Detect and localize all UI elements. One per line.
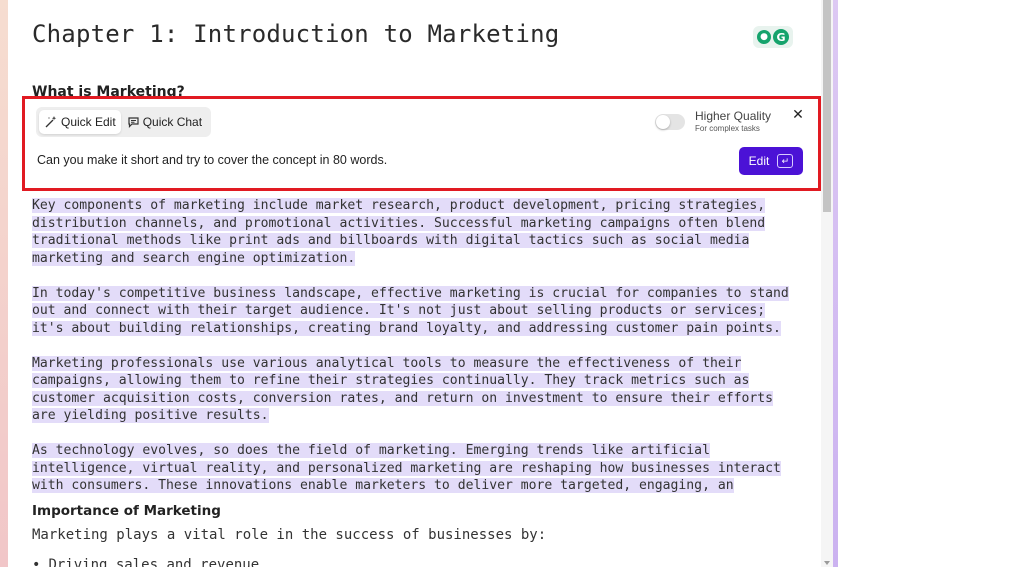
chapter-title: Chapter 1: Introduction to Marketing <box>32 20 560 48</box>
selected-body-text[interactable]: Key components of marketing include mark… <box>32 197 802 512</box>
paragraph-analytics: Marketing professionals use various anal… <box>32 355 802 425</box>
paragraph-technology-text: As technology evolves, so does the field… <box>32 443 781 493</box>
scrollbar-thumb[interactable] <box>823 0 831 212</box>
higher-quality-sublabel: For complex tasks <box>695 124 760 133</box>
left-gradient-strip <box>0 0 8 567</box>
importance-heading: Importance of Marketing <box>32 503 221 519</box>
grammarly-logo-icon: G <box>773 29 789 45</box>
edit-prompt-input[interactable]: Can you make it short and try to cover t… <box>37 153 727 167</box>
tab-quick-chat[interactable]: Quick Chat <box>121 110 207 134</box>
blank-area <box>838 0 1024 567</box>
importance-intro: Marketing plays a vital role in the succ… <box>32 527 547 543</box>
document-editor[interactable]: Chapter 1: Introduction to Marketing ● G… <box>8 0 821 567</box>
mode-tabs: Quick Edit Quick Chat <box>36 107 211 137</box>
grammarly-icon[interactable]: ● G <box>753 26 793 48</box>
paragraph-components: Key components of marketing include mark… <box>32 197 802 267</box>
grammarly-suggestion-icon: ● <box>757 30 771 44</box>
higher-quality-label: Higher Quality <box>695 109 772 123</box>
toggle-knob <box>656 115 670 129</box>
paragraph-analytics-text: Marketing professionals use various anal… <box>32 355 774 423</box>
paragraph-technology: As technology evolves, so does the field… <box>32 442 802 495</box>
paragraph-components-text: Key components of marketing include mark… <box>32 198 766 266</box>
edit-button[interactable]: Edit ↵ <box>739 147 803 175</box>
paragraph-competitive-text: In today's competitive business landscap… <box>32 285 789 336</box>
tab-quick-edit-label: Quick Edit <box>61 115 116 129</box>
list-item-text: Driving sales and revenue <box>48 557 260 567</box>
chat-bubble-icon <box>128 117 139 128</box>
edit-panel-inner: Quick Edit Quick Chat Higher Quality For… <box>30 103 813 184</box>
paragraph-competitive: In today's competitive business landscap… <box>32 285 802 338</box>
enter-key-icon: ↵ <box>777 154 794 168</box>
vertical-scrollbar[interactable] <box>821 0 833 567</box>
magic-wand-icon <box>45 116 57 128</box>
tab-quick-chat-label: Quick Chat <box>142 115 203 129</box>
edit-button-label: Edit <box>748 154 770 168</box>
tab-quick-edit[interactable]: Quick Edit <box>39 110 121 134</box>
close-icon[interactable]: ✕ <box>790 107 806 123</box>
list-item: • Driving sales and revenue <box>32 557 259 567</box>
bullet-dot-icon: • <box>32 557 41 567</box>
higher-quality-toggle[interactable] <box>655 114 685 130</box>
scroll-down-arrow-icon[interactable] <box>824 561 830 565</box>
ai-edit-panel: Quick Edit Quick Chat Higher Quality For… <box>22 96 821 191</box>
